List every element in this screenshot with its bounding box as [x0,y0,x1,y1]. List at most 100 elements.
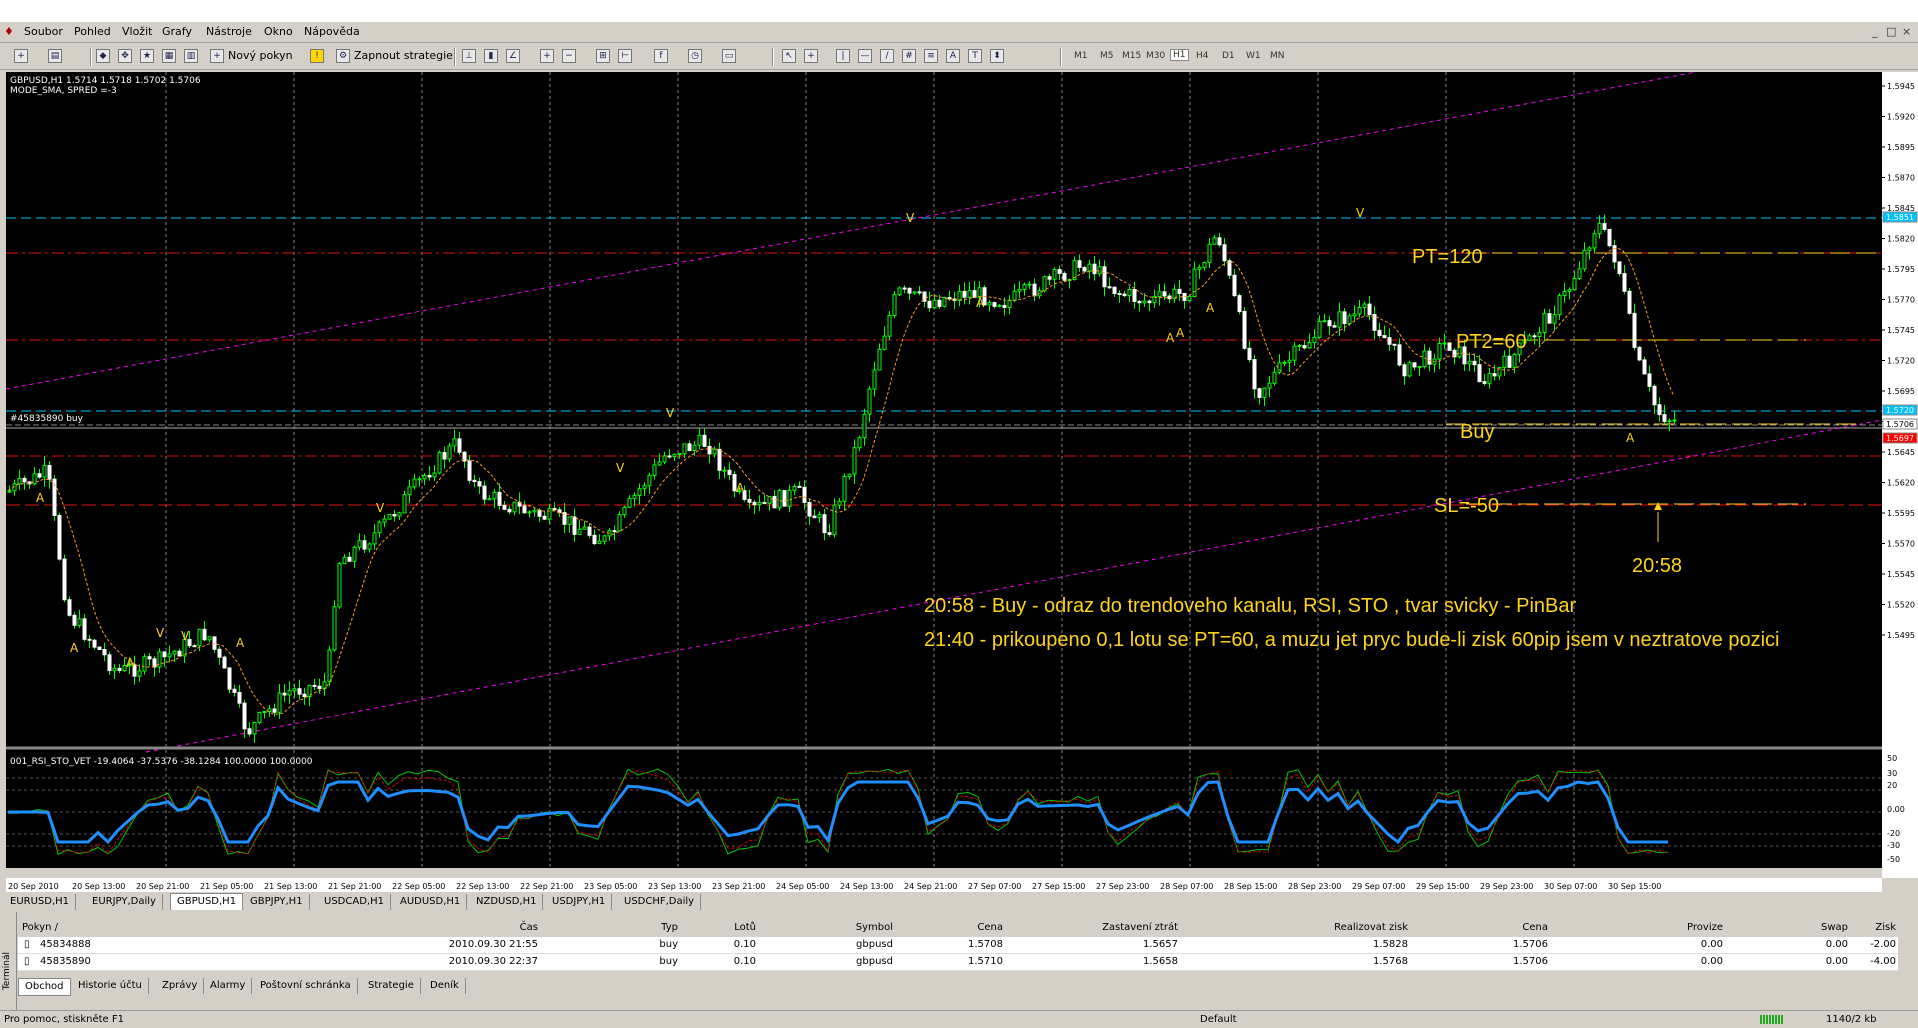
new-order-icon[interactable]: + [210,49,224,63]
timeframe-m30[interactable]: M30 [1146,51,1165,61]
entry-arrow-icon [1654,502,1662,510]
candlestick-icon[interactable]: ▮ [484,49,498,63]
horizontal-line-icon[interactable]: — [858,49,872,63]
timeframe-m15[interactable]: M15 [1122,51,1141,61]
new-chart-icon[interactable]: + [14,49,28,63]
chart-tab[interactable]: GBPJPY,H1 [244,894,310,910]
templates-icon[interactable]: ▭ [722,49,736,63]
data-window-icon[interactable]: ✥ [118,49,132,63]
menu-napoveda[interactable]: Nápověda [304,25,360,38]
arrows-icon[interactable]: ⬍ [990,49,1004,63]
restore-icon[interactable]: □ [1886,25,1896,38]
fibonacci-icon[interactable]: ≡ [924,49,938,63]
note1-annotation[interactable]: 20:58 - Buy - odraz do trendoveho kanalu… [924,595,1576,617]
zoom-out-icon[interactable]: − [562,49,576,63]
market-watch-icon[interactable]: ◆ [96,49,110,63]
chart-tab[interactable]: NZDUSD,H1 [470,894,544,910]
column-header[interactable]: Realizovat zisk [1188,920,1408,936]
trendline-icon[interactable]: / [880,49,894,63]
column-header[interactable]: Pokyn / [22,920,172,936]
bar-chart-icon[interactable]: ⊥ [462,49,476,63]
label-icon[interactable]: T [968,49,982,63]
timeframe-m5[interactable]: M5 [1100,51,1114,61]
strategy-button[interactable]: Zapnout strategie [354,47,453,65]
chart-tab[interactable]: EURJPY,Daily [86,894,163,910]
column-header[interactable]: Typ [578,920,678,936]
column-header[interactable]: Zisk [1858,920,1896,936]
menu-soubor[interactable]: Soubor [24,25,63,38]
indicators-icon[interactable]: f [654,49,668,63]
menu-nastroje[interactable]: Nástroje [206,25,252,38]
chart-tab[interactable]: GBPUSD,H1 [170,893,244,910]
column-header[interactable]: Čas [208,920,538,936]
timeframe-mn[interactable]: MN [1270,51,1285,61]
chart-tab[interactable]: USDCHF,Daily [618,894,702,910]
column-header[interactable]: Cena [1418,920,1548,936]
strategy-icon[interactable]: ⚙ [336,49,350,63]
time-axis[interactable]: 20 Sep 2010 20 Sep 13:00 20 Sep 21:00 21 Se… [6,878,1882,892]
terminal-tab[interactable]: Poštovní schránka [254,978,358,994]
terminal-side-strip[interactable]: Terminál [0,912,17,1012]
pt-annotation[interactable]: PT=120 [1412,246,1483,268]
chart-tab[interactable]: EURUSD,H1 [4,894,77,910]
note2-annotation[interactable]: 21:40 - prikoupeno 0,1 lotu se PT=60, a … [924,629,1779,651]
new-order-button[interactable]: Nový pokyn [228,47,293,65]
timeframe-h4[interactable]: H4 [1196,51,1209,61]
sl-annotation[interactable]: SL=-50 [1434,495,1499,517]
terminal-tab[interactable]: Strategie [362,978,421,994]
column-header[interactable]: Cena [898,920,1003,936]
profiles-icon[interactable]: ▤ [48,49,62,63]
channel-upper-line[interactable] [6,72,1697,390]
terminal-icon[interactable]: ▦ [162,49,176,63]
terminal-tab[interactable]: Alarmy [204,978,253,994]
chart-tab[interactable]: USDCAD,H1 [318,894,391,910]
column-header[interactable]: Swap [1728,920,1848,936]
autoscroll-icon[interactable]: ⊢ [618,49,632,63]
column-header[interactable]: Provize [1558,920,1723,936]
chart-tab[interactable]: AUDUSD,H1 [394,894,468,910]
tester-icon[interactable]: ▥ [184,49,198,63]
candle-body [617,514,622,532]
crosshair-icon[interactable]: + [804,49,818,63]
timeframe-w1[interactable]: W1 [1246,51,1261,61]
navigator-icon[interactable]: ★ [140,49,154,63]
menu-grafy[interactable]: Grafy [162,25,192,38]
tile-windows-icon[interactable]: ⊞ [596,49,610,63]
timeframe-m1[interactable]: M1 [1074,51,1088,61]
menu-vlozit[interactable]: Vložit [122,25,152,38]
terminal-tab[interactable]: Historie účtu [72,978,149,994]
menu-pohled[interactable]: Pohled [74,25,111,38]
table-row[interactable]: 45834888 2010.09.30 21:55 buy 0.10 gbpusd 1.5… [18,937,1898,954]
time-annotation[interactable]: 20:58 [1632,555,1682,577]
periods-icon[interactable]: ◷ [688,49,702,63]
chart-tab[interactable]: USDJPY,H1 [546,894,613,910]
vertical-line-icon[interactable]: | [836,49,850,63]
terminal-tab[interactable]: Deník [424,978,466,994]
terminal-tab[interactable]: Zprávy [156,978,205,994]
column-header[interactable]: Zastavení ztrát [1008,920,1178,936]
app-icon[interactable]: ♦ [4,25,14,38]
cursor-icon[interactable]: ↖ [782,49,796,63]
column-header[interactable]: Symbol [768,920,893,936]
line-chart-icon[interactable]: ∠ [506,49,520,63]
column-header[interactable]: Lotů [698,920,756,936]
channel-lower-line[interactable] [145,419,1882,753]
candle-body [262,710,267,713]
zoom-in-icon[interactable]: + [540,49,554,63]
price-axis[interactable]: 1.5945 1.5920 1.5895 1.5870 1.5845 1.5820 1.57… [1882,72,1918,878]
minimize-icon[interactable]: _ [1872,25,1878,38]
buy-annotation[interactable]: Buy [1460,421,1494,443]
channel-icon[interactable]: # [902,49,916,63]
table-row[interactable]: 45835890 2010.09.30 22:37 buy 0.10 gbpusd 1.5… [18,954,1898,971]
timeframe-h1[interactable]: H1 [1170,49,1189,61]
text-icon[interactable]: A [946,49,960,63]
timeframe-d1[interactable]: D1 [1222,51,1235,61]
pt2-annotation[interactable]: PT2=60 [1456,331,1527,353]
menu-okno[interactable]: Okno [264,25,293,38]
terminal-tab[interactable]: Obchod [18,978,71,996]
candle-body [1342,311,1347,325]
close-icon[interactable]: × [1902,25,1911,38]
chart-area[interactable]: AAAVVAVVAVVAAAAVA GBPUSD,H1 1.5714 1.571… [6,72,1882,868]
metaeditor-icon[interactable]: ! [310,49,324,63]
price-chart[interactable]: AAAV V AVVAVVAA AAVA GBPUSD,H1 1.5714 1.571… [6,72,1882,868]
